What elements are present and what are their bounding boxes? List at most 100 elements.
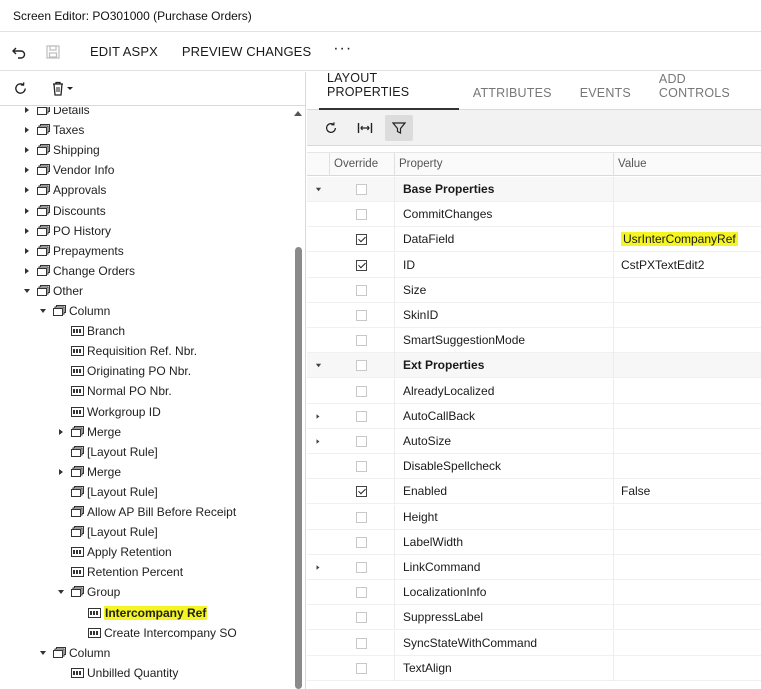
tab-events[interactable]: EVENTS	[566, 71, 645, 109]
caret-right-icon[interactable]	[22, 185, 32, 195]
override-checkbox[interactable]	[356, 436, 367, 447]
tree-node[interactable]: Column	[38, 301, 110, 321]
property-row[interactable]: AutoCallBack	[307, 403, 761, 429]
caret-right-icon[interactable]	[22, 246, 32, 256]
delete-dropdown-button[interactable]	[42, 72, 82, 106]
property-row[interactable]: SkinID	[307, 303, 761, 328]
scroll-thumb[interactable]	[295, 247, 302, 689]
save-icon[interactable]	[36, 35, 70, 69]
override-checkbox[interactable]	[356, 335, 367, 347]
override-checkbox[interactable]	[356, 184, 367, 195]
tree-node[interactable]: Other	[22, 281, 83, 301]
refresh-icon[interactable]	[6, 72, 34, 106]
tree-node[interactable]: [Layout Rule]	[56, 482, 158, 502]
tab-layout-properties[interactable]: LAYOUT PROPERTIES	[319, 71, 459, 110]
tree-node[interactable]: Apply Retention	[56, 542, 172, 562]
tree-node[interactable]: Taxes	[22, 120, 84, 140]
tree-node[interactable]: Retention Percent	[56, 562, 183, 582]
override-checkbox[interactable]	[356, 360, 367, 372]
override-checkbox[interactable]	[356, 612, 367, 624]
property-row[interactable]: DisableSpellcheck	[307, 454, 761, 480]
property-value[interactable]	[613, 555, 761, 580]
property-row[interactable]: SuppressLabel	[307, 605, 761, 631]
property-value[interactable]: UsrInterCompanyRef	[613, 227, 761, 253]
property-value[interactable]	[613, 277, 761, 303]
property-value[interactable]	[613, 504, 761, 530]
caret-right-icon[interactable]	[22, 266, 32, 276]
caret-down-icon[interactable]	[38, 306, 48, 316]
property-value[interactable]	[613, 403, 761, 429]
property-group-row[interactable]: Base Properties	[307, 177, 761, 202]
override-checkbox[interactable]	[356, 536, 367, 548]
undo-icon[interactable]	[2, 35, 36, 69]
caret-down-icon[interactable]	[307, 353, 329, 378]
column-header-value[interactable]: Value	[613, 153, 761, 176]
property-row[interactable]: LocalizationInfo	[307, 580, 761, 606]
tree-node[interactable]: Create Intercompany SO	[73, 623, 237, 643]
override-checkbox[interactable]	[356, 461, 367, 473]
property-row[interactable]: SmartSuggestionMode	[307, 328, 761, 354]
tree-node[interactable]: Workgroup ID	[56, 402, 161, 422]
property-value[interactable]: CstPXTextEdit2	[613, 252, 761, 278]
property-row[interactable]: CommitChanges	[307, 202, 761, 228]
tree-node[interactable]: Group	[56, 582, 120, 602]
caret-down-icon[interactable]	[22, 286, 32, 296]
property-row[interactable]: ID CstPXTextEdit2	[307, 252, 761, 278]
override-checkbox[interactable]	[356, 486, 367, 498]
override-checkbox[interactable]	[356, 259, 367, 271]
caret-down-icon[interactable]	[56, 587, 66, 597]
property-row[interactable]: AlreadyLocalized	[307, 378, 761, 404]
caret-right-icon[interactable]	[22, 107, 32, 115]
tree-node[interactable]: Column	[38, 643, 110, 663]
tree-node[interactable]: [Layout Rule]	[56, 442, 158, 462]
tree-node[interactable]: Vendor Info	[22, 160, 114, 180]
property-value[interactable]	[613, 353, 761, 379]
property-value[interactable]	[613, 202, 761, 228]
caret-right-icon[interactable]	[56, 427, 66, 437]
tree-node[interactable]: Change Orders	[22, 261, 135, 281]
override-checkbox[interactable]	[356, 562, 367, 573]
override-checkbox[interactable]	[356, 209, 367, 221]
property-value[interactable]	[613, 454, 761, 480]
tree-node[interactable]: Requisition Ref. Nbr.	[56, 341, 197, 361]
tab-add-controls[interactable]: ADD CONTROLS	[645, 71, 761, 109]
property-value[interactable]: False	[613, 479, 761, 505]
property-row[interactable]: Size	[307, 277, 761, 303]
property-value[interactable]	[613, 378, 761, 404]
caret-right-icon[interactable]	[22, 145, 32, 155]
override-checkbox[interactable]	[356, 511, 367, 523]
property-group-row[interactable]: Ext Properties	[307, 353, 761, 379]
property-value[interactable]	[613, 328, 761, 354]
property-row[interactable]: TextAlign	[307, 655, 761, 681]
tree-node[interactable]: Unbilled Quantity	[56, 663, 178, 683]
caret-right-icon[interactable]	[22, 226, 32, 236]
tree-node[interactable]: Prepayments	[22, 241, 124, 261]
tree-node[interactable]: Details	[22, 107, 90, 120]
tree-node[interactable]: Originating PO Nbr.	[56, 361, 191, 381]
caret-right-icon[interactable]	[22, 165, 32, 175]
tab-attributes[interactable]: ATTRIBUTES	[459, 71, 566, 109]
tree-node[interactable]: Intercompany Ref	[73, 603, 208, 623]
tree-node[interactable]: Discounts	[22, 201, 106, 221]
property-value[interactable]	[613, 605, 761, 631]
caret-down-icon[interactable]	[38, 648, 48, 658]
property-row[interactable]: SyncStateWithCommand	[307, 630, 761, 656]
property-value[interactable]	[613, 529, 761, 555]
preview-changes-button[interactable]: PREVIEW CHANGES	[170, 35, 323, 69]
tree-node[interactable]: Normal PO Nbr.	[56, 381, 172, 401]
edit-aspx-button[interactable]: EDIT ASPX	[78, 35, 170, 69]
tree-node[interactable]: Merge	[56, 422, 121, 442]
tree-node[interactable]: Branch	[56, 321, 125, 341]
tree-node[interactable]: Allow AP Bill Before Receipt	[56, 502, 236, 522]
tree-node[interactable]: Merge	[56, 462, 121, 482]
fit-columns-icon[interactable]	[351, 115, 379, 141]
more-options-button[interactable]: ···	[323, 32, 362, 66]
column-header-override[interactable]: Override	[329, 153, 394, 176]
property-row[interactable]: LinkCommand	[307, 555, 761, 580]
override-checkbox[interactable]	[356, 234, 367, 246]
override-checkbox[interactable]	[356, 385, 367, 397]
property-value[interactable]	[613, 580, 761, 606]
property-value[interactable]	[613, 630, 761, 656]
override-checkbox[interactable]	[356, 310, 367, 321]
property-value[interactable]	[613, 303, 761, 328]
